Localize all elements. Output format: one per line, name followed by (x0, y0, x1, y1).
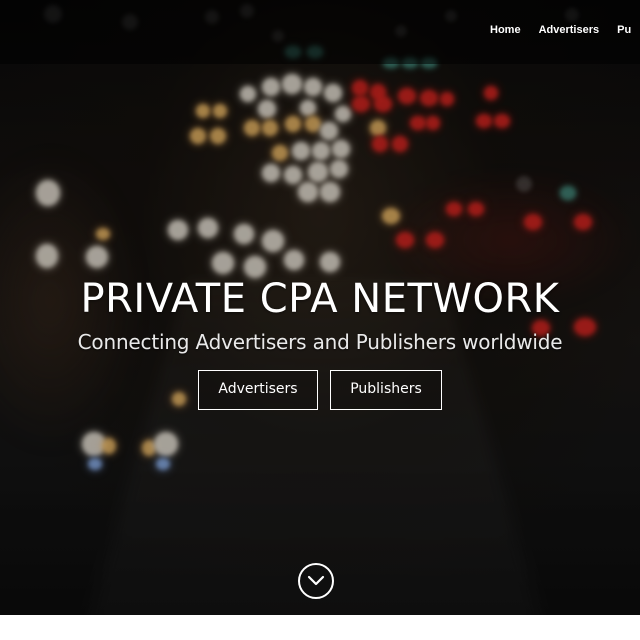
page: Home Advertisers Pu PRIVATE CPA NETWORK … (0, 0, 640, 640)
advertisers-button[interactable]: Advertisers (198, 370, 318, 410)
next-section-edge (0, 615, 640, 640)
main-nav: Home Advertisers Pu (490, 24, 631, 36)
hero-content: PRIVATE CPA NETWORK Connecting Advertise… (0, 270, 640, 410)
nav-item-advertisers[interactable]: Advertisers (539, 24, 600, 36)
chevron-down-icon (307, 575, 325, 586)
publishers-button[interactable]: Publishers (330, 370, 442, 410)
hero-subtitle: Connecting Advertisers and Publishers wo… (77, 330, 563, 354)
top-navigation-bar: Home Advertisers Pu (0, 0, 640, 64)
hero-title: PRIVATE CPA NETWORK (80, 276, 560, 322)
nav-item-publishers[interactable]: Pu (617, 24, 631, 36)
scroll-down-button[interactable] (298, 563, 334, 599)
hero-buttons: Advertisers Publishers (0, 370, 640, 410)
nav-item-home[interactable]: Home (490, 24, 521, 36)
